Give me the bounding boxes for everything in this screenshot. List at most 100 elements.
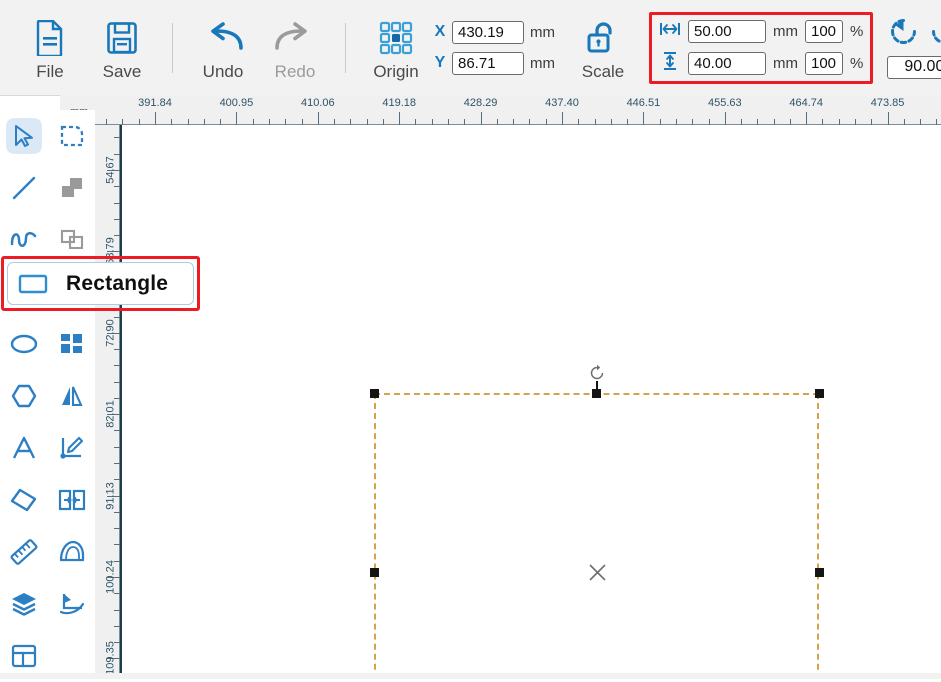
sidebar-item-offset-tool[interactable] [48,526,96,578]
redo-label: Redo [274,61,316,81]
cursor-arrow-icon [15,125,33,147]
height-arrow-icon [659,51,681,76]
rotation-group: 90.00 [887,17,941,79]
width-arrow-icon [659,20,681,43]
ellipse-icon [10,334,38,354]
handle-top-center[interactable] [592,389,601,398]
rotate-clockwise-icon[interactable] [930,17,941,51]
rectangle-tooltip-highlight: Rectangle [1,256,200,311]
rectangle-tooltip-label: Rectangle [66,271,169,295]
unlock-icon [586,16,620,60]
four-squares-icon [61,334,82,353]
design-canvas[interactable] [120,125,941,679]
selected-rectangle[interactable] [374,393,819,679]
ruler-tick [481,112,482,125]
vertical-ruler[interactable]: 54.67 63.79 72.90 82.01 91.13 100.24 109.35 [95,125,120,679]
letter-a-icon [12,436,36,459]
horizontal-ruler[interactable]: 391.84 400.95 410.06 419.18 428.29 437.40 446.… [95,95,941,125]
ruler-tick [399,112,400,125]
ruler-tick [888,112,889,125]
sidebar-item-mirror-tool[interactable] [48,370,96,422]
save-button[interactable]: Save [86,9,158,87]
sidebar-item-text-tool[interactable] [0,422,48,474]
ruler-label-horizontal: 410.06 [300,97,335,109]
ruler-tick [318,112,319,125]
ruler-label-horizontal: 446.51 [626,97,661,109]
origin-button[interactable]: Origin [360,9,432,87]
ruler-tick [643,112,644,125]
ruler-label-vertical: 100.24 [105,560,117,594]
ruler-label-vertical: 109.35 [105,641,117,676]
ruler-label-horizontal: 464.74 [789,97,824,109]
rotation-angle-input[interactable]: 90.00 [887,55,941,79]
height-percent-symbol: % [850,54,864,72]
undo-label: Undo [202,61,244,81]
ruler-label-horizontal: 455.63 [707,97,742,109]
sidebar-item-edit-node-tool[interactable] [48,422,96,474]
handle-middle-right[interactable] [815,568,824,577]
x-unit-label: mm [530,23,555,41]
redo-arrow-icon [273,16,317,60]
width-percent-input[interactable]: 100 [805,19,843,43]
sidebar-item-polygon-tool[interactable] [0,370,48,422]
rotate-counterclockwise-icon[interactable] [889,17,918,51]
tool-palette-column-right [48,110,96,630]
ruler-label-horizontal: 400.95 [219,97,254,109]
height-input[interactable]: 40.00 [688,51,766,75]
rectangle-tooltip[interactable]: Rectangle [7,262,194,305]
file-label: File [36,61,64,81]
toolbar-divider-1 [172,22,173,73]
redo-button[interactable]: Redo [259,9,331,87]
handle-top-left[interactable] [370,389,379,398]
ruler-tick [725,112,726,125]
handle-top-right[interactable] [815,389,824,398]
origin-label: Origin [373,61,419,81]
ruler-label-horizontal: 428.29 [463,97,498,109]
center-cross-icon [589,564,606,581]
tool-palette-column-left [0,110,48,682]
sidebar-item-eraser-tool[interactable] [0,474,48,526]
width-input[interactable]: 50.00 [688,19,766,43]
scale-label: Scale [581,61,625,81]
layout-panels-icon [11,644,37,668]
handle-middle-left[interactable] [370,568,379,577]
ruler-label-vertical: 82.01 [105,400,117,428]
sidebar-item-ellipse-tool[interactable] [0,318,48,370]
position-group: X 430.19 mm Y 86.71 mm [434,20,555,75]
application-window: File Save Undo Redo Origin X 430.19 mm Y… [0,0,941,679]
sidebar-item-line-tool[interactable] [0,162,48,214]
sidebar-item-node-select-tool[interactable] [48,110,96,162]
y-label: Y [434,54,446,71]
dashed-shape-icon [60,125,84,147]
save-label: Save [102,61,142,81]
sidebar-item-grid-array-tool[interactable] [48,318,96,370]
origin-grid-icon [379,16,413,60]
height-unit-label: mm [773,54,798,72]
scale-lock-button[interactable]: Scale [567,9,639,87]
undo-button[interactable]: Undo [187,9,259,87]
sidebar-item-select-tool[interactable] [0,110,48,162]
toolbar-divider-2 [345,22,346,73]
sidebar-item-boolean-union-tool[interactable] [48,162,96,214]
sidebar-item-layers-tool[interactable] [0,578,48,630]
path-node-icon [59,594,85,615]
y-input[interactable]: 86.71 [452,51,524,75]
tool-palette [0,110,95,679]
sidebar-item-measure-tool[interactable] [0,526,48,578]
width-row: 50.00 mm 100 % [659,19,863,43]
x-input[interactable]: 430.19 [452,20,524,44]
overlap-squares-icon [62,178,82,197]
eraser-icon [10,488,37,512]
width-unit-label: mm [773,22,798,40]
y-position-row: Y 86.71 mm [434,51,555,75]
height-percent-input[interactable]: 100 [805,51,843,75]
ruler-label-horizontal: 473.85 [870,97,905,109]
ruler-label-vertical: 72.90 [105,319,117,347]
x-position-row: X 430.19 mm [434,20,555,44]
sidebar-item-distribute-tool[interactable] [48,474,96,526]
edit-angle-icon [60,436,84,459]
file-button[interactable]: File [14,9,86,87]
rectangle-icon [18,274,48,293]
sidebar-item-path-tool[interactable] [48,578,96,630]
top-toolbar: File Save Undo Redo Origin X 430.19 mm Y… [0,0,941,96]
